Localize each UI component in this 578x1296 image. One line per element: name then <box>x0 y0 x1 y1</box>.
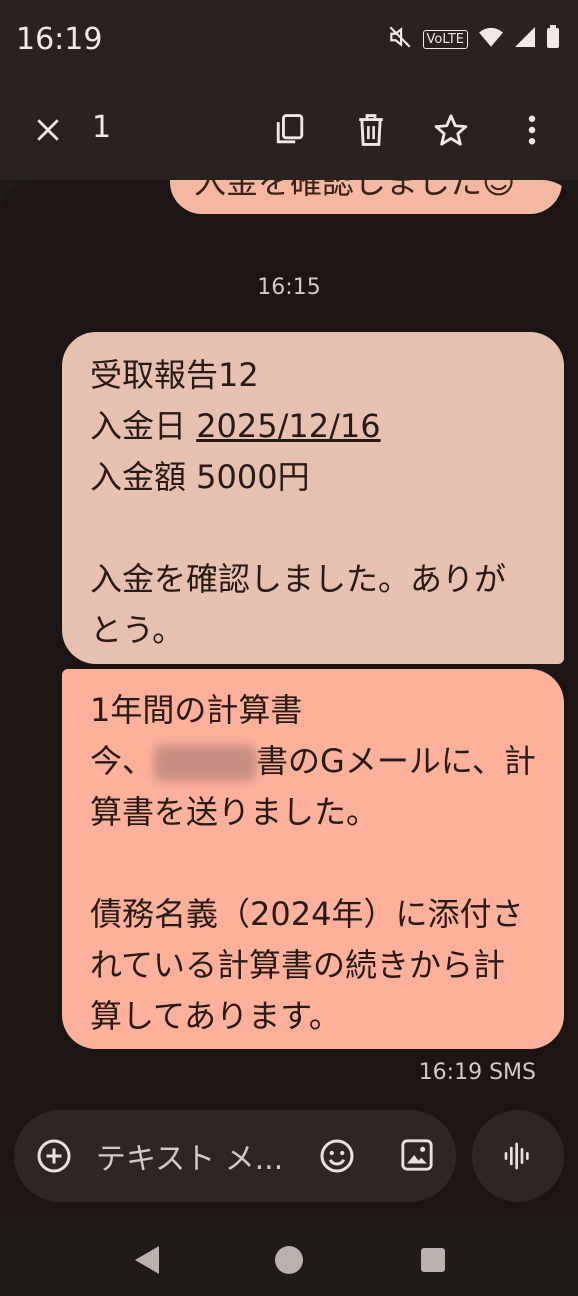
message-line: 入金日 2025/12/16 <box>90 401 536 452</box>
back-triangle-icon <box>135 1246 159 1274</box>
wifi-icon <box>478 26 504 52</box>
battery-icon <box>546 25 560 53</box>
add-circle-icon <box>37 1139 71 1173</box>
back-button[interactable] <box>126 1240 166 1280</box>
close-icon <box>37 119 59 141</box>
status-icons: VoLTE <box>387 24 560 54</box>
message-meta: 16:19 SMS <box>418 1060 536 1085</box>
trash-icon <box>359 114 383 146</box>
recents-square-icon <box>421 1248 445 1272</box>
star-icon <box>434 114 468 146</box>
copy-icon <box>276 114 304 144</box>
mute-icon <box>387 24 413 54</box>
message-text: 入金日 <box>90 407 197 445</box>
message-line: 1年間の計算書 <box>90 691 303 729</box>
date-link[interactable]: 2025/12/16 <box>196 407 380 445</box>
image-icon <box>401 1139 433 1171</box>
home-button[interactable] <box>269 1240 309 1280</box>
volte-badge: VoLTE <box>422 29 468 49</box>
message-line: 算してあります。 <box>90 997 341 1035</box>
message-line: 入金額 5000円 <box>90 458 310 496</box>
message-line: れている計算書の続きから計 <box>90 946 506 984</box>
message-input[interactable]: テキスト メ... <box>96 1134 283 1178</box>
message-line: 入金を確認しました。ありが <box>90 560 507 598</box>
message-line: とう。 <box>90 611 185 649</box>
close-button[interactable] <box>20 102 76 158</box>
recents-button[interactable] <box>413 1240 453 1280</box>
gallery-button[interactable] <box>400 1138 434 1176</box>
selected-count: 1 <box>92 110 112 145</box>
message-text: 書のGメールに、計 <box>256 742 536 780</box>
message-timestamp: 16:15 <box>257 275 321 300</box>
waveform-icon <box>504 1142 529 1170</box>
home-circle-icon <box>275 1246 303 1274</box>
message-line: 受取報告12 <box>90 356 259 394</box>
message-line: 今、 書のGメールに、計 <box>90 736 536 787</box>
selection-toolbar: 1 <box>0 80 578 180</box>
redacted-text <box>154 745 257 781</box>
navigation-bar <box>0 1216 578 1296</box>
message-line: 債務名義（2024年）に添付さ <box>90 895 524 933</box>
voice-message-button[interactable] <box>472 1110 564 1202</box>
message-bubble-previous[interactable]: 入金を確認しました😊 <box>170 180 562 214</box>
message-text: 今、 <box>90 742 155 780</box>
more-options-button[interactable] <box>504 102 560 158</box>
conversation-view[interactable]: 入金を確認しました😊 16:15 受取報告12 入金日 2025/12/16 入… <box>0 180 578 1216</box>
message-text: 入金を確認しました😊 <box>194 180 516 201</box>
message-bubble-sent[interactable]: 1年間の計算書 今、 書のGメールに、計 算書を送りました。 債務名義（2024年… <box>62 669 564 1049</box>
message-line: 算書を送りました。 <box>90 793 379 831</box>
emoji-button[interactable] <box>319 1138 355 1178</box>
emoji-icon <box>320 1139 354 1173</box>
more-vert-icon <box>528 115 536 145</box>
message-bubble-received[interactable]: 受取報告12 入金日 2025/12/16 入金額 5000円 入金を確認しまし… <box>62 332 564 664</box>
status-bar: 16:19 VoLTE <box>0 0 578 80</box>
signal-icon <box>514 26 536 52</box>
add-attachment-button[interactable] <box>36 1138 72 1178</box>
status-time: 16:19 <box>16 22 103 57</box>
compose-bar: テキスト メ... <box>14 1110 456 1202</box>
star-button[interactable] <box>423 102 479 158</box>
copy-button[interactable] <box>262 102 318 158</box>
delete-button[interactable] <box>343 102 399 158</box>
